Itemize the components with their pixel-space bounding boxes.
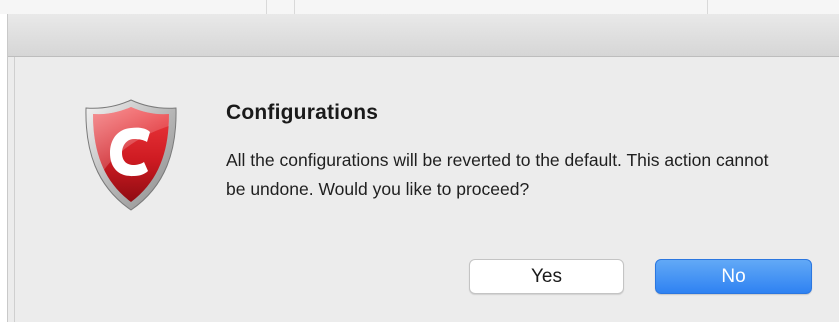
dialog-window: Configurations All the configurations wi… <box>8 14 839 322</box>
background-divider <box>707 0 708 14</box>
dialog-title: Configurations <box>226 101 379 124</box>
yes-button[interactable]: Yes <box>469 259 624 294</box>
alert-dialog: Configurations All the configurations wi… <box>14 57 839 322</box>
dialog-message: All the configurations will be reverted … <box>226 150 769 199</box>
background-window-strip <box>0 0 839 14</box>
background-divider <box>266 0 267 14</box>
background-divider <box>294 0 295 14</box>
window-titlebar <box>8 14 839 57</box>
comodo-shield-icon <box>84 98 178 212</box>
no-button[interactable]: No <box>655 259 812 294</box>
